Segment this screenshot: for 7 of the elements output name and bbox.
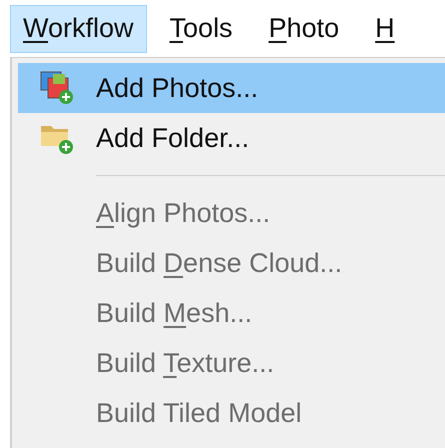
- menu-bar-item[interactable]: Tools: [156, 4, 246, 52]
- menu-item[interactable]: Add Photos...: [18, 63, 445, 113]
- menu-bar-item[interactable]: H: [362, 4, 408, 52]
- menu-bar-item[interactable]: Workflow: [10, 4, 147, 52]
- add-photos-icon: [39, 70, 75, 106]
- menu-bar-item[interactable]: Photo: [256, 4, 352, 52]
- menu-item[interactable]: Add Folder...: [18, 113, 445, 163]
